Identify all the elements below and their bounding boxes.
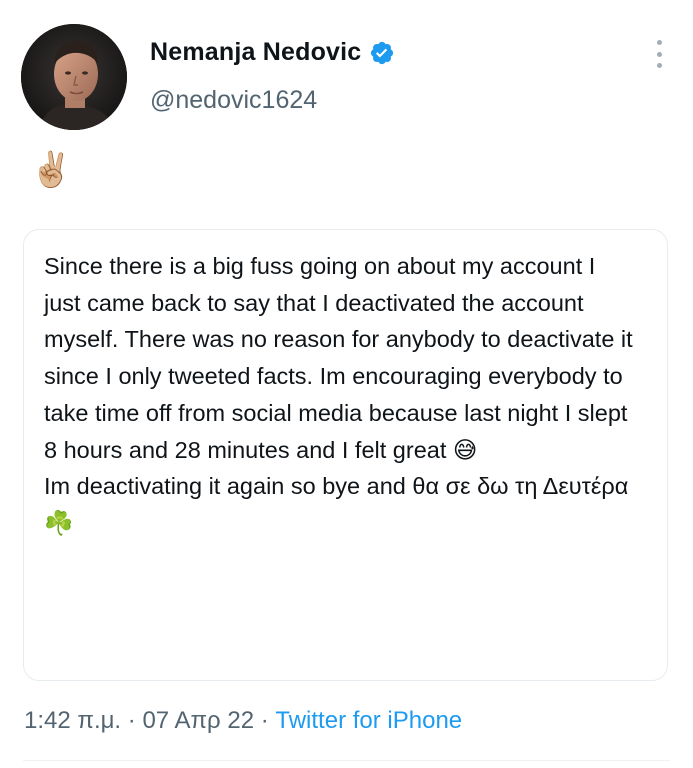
quoted-tweet-text: Since there is a big fuss going on about… [44,253,633,536]
author-display-name[interactable]: Nemanja Nedovic [150,38,361,67]
tweet-metadata: 1:42 π.μ. · 07 Απρ 22 · Twitter for iPho… [24,707,462,735]
tweet-text: ✌🏼 [30,151,73,189]
avatar[interactable] [21,24,127,130]
tweet-date[interactable]: 07 Απρ 22 [142,707,254,734]
divider [23,760,670,761]
meta-separator: · [254,707,276,734]
tweet-time[interactable]: 1:42 π.μ. [24,707,121,734]
author-name-row[interactable]: Nemanja Nedovic [150,38,395,67]
author-handle[interactable]: @nedovic1624 [150,86,317,115]
more-options-icon[interactable] [655,40,663,68]
meta-separator: · [121,707,143,734]
verified-badge-icon [371,41,394,64]
tweet-source-link[interactable]: Twitter for iPhone [275,707,462,734]
